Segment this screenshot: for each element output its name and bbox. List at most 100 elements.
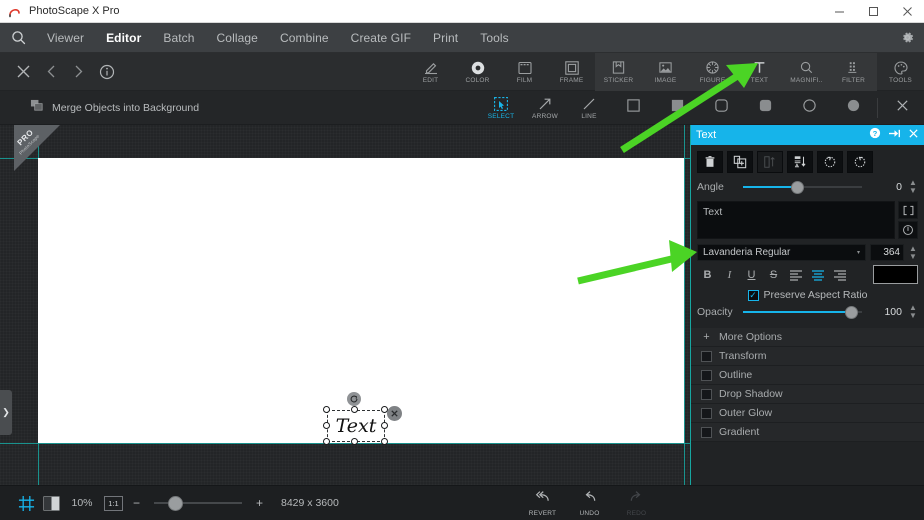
chevron-left-icon[interactable] — [45, 64, 58, 79]
strikethrough-button[interactable]: S — [763, 265, 784, 284]
merge-objects-button[interactable]: Merge Objects into Background — [26, 91, 209, 125]
chevron-right-icon[interactable] — [72, 64, 85, 79]
option-more-options[interactable]: + More Options — [691, 328, 924, 347]
slider-knob[interactable] — [168, 495, 183, 511]
resize-handle-nw[interactable] — [323, 406, 330, 413]
tool-film[interactable]: FILM — [501, 53, 548, 91]
tool-image[interactable]: IMAGE — [642, 52, 689, 91]
option-outer-glow[interactable]: ✓ Outer Glow — [691, 404, 924, 423]
preserve-aspect-row[interactable]: ✓ Preserve Aspect Ratio — [691, 284, 924, 302]
minimize-button[interactable] — [822, 0, 856, 23]
tool-magnifier[interactable]: MAGNIFI.. — [783, 52, 830, 91]
selected-text-object[interactable]: Text — [323, 392, 402, 445]
undo-button[interactable]: UNDO — [566, 486, 613, 520]
outline-checkbox[interactable]: ✓ — [701, 369, 712, 381]
menu-item-viewer[interactable]: Viewer — [36, 23, 95, 53]
option-transform[interactable]: ✓ Transform — [691, 347, 924, 366]
tool-sticker[interactable]: STICKER — [595, 52, 642, 91]
subtool-select[interactable]: SELECT — [479, 91, 523, 125]
close-icon[interactable] — [16, 64, 31, 79]
revert-button[interactable]: REVERT — [519, 486, 566, 520]
tool-text[interactable]: TEXT — [736, 52, 783, 91]
option-gradient[interactable]: ✓ Gradient — [691, 423, 924, 442]
arrange-order-button[interactable] — [787, 151, 813, 173]
flip-vertical-button[interactable] — [757, 151, 783, 173]
angle-stepper[interactable]: ▲ ▼ — [908, 179, 918, 195]
slider-knob[interactable] — [845, 305, 859, 319]
angle-slider[interactable] — [743, 180, 862, 194]
subtool-line[interactable]: LINE — [567, 91, 611, 125]
shape-circle-filled[interactable] — [831, 91, 875, 125]
option-drop-shadow[interactable]: ✓ Drop Shadow — [691, 385, 924, 404]
tool-frame[interactable]: FRAME — [548, 53, 595, 91]
align-left-button[interactable] — [785, 265, 806, 284]
drop-shadow-checkbox[interactable]: ✓ — [701, 388, 712, 400]
zoom-slider[interactable] — [154, 495, 242, 511]
menu-item-print[interactable]: Print — [422, 23, 469, 53]
font-family-select[interactable]: Lavanderia Regular ▾ — [697, 244, 866, 261]
canvas-workspace[interactable]: PRO PhotoScape Text ❯ — [0, 125, 690, 485]
close-button[interactable] — [890, 0, 924, 23]
align-center-button[interactable] — [807, 265, 828, 284]
pin-icon[interactable] — [888, 126, 901, 144]
font-size-input[interactable]: 364 — [870, 244, 904, 261]
canvas-page[interactable] — [38, 158, 684, 443]
resize-handle-n[interactable] — [351, 406, 358, 413]
tool-tools[interactable]: TOOLS — [877, 53, 924, 91]
outer-glow-checkbox[interactable]: ✓ — [701, 407, 712, 419]
redo-button[interactable]: REDO — [613, 486, 660, 520]
option-outline[interactable]: ✓ Outline — [691, 366, 924, 385]
resize-handle-w[interactable] — [323, 422, 330, 429]
gear-icon[interactable] — [890, 23, 924, 53]
menu-item-collage[interactable]: Collage — [206, 23, 269, 53]
maximize-button[interactable] — [856, 0, 890, 23]
font-size-stepper[interactable]: ▲ ▼ — [908, 244, 918, 261]
actual-size-button[interactable]: 1:1 — [104, 495, 123, 511]
resize-handle-se[interactable] — [381, 438, 388, 445]
close-objects-panel-button[interactable] — [880, 91, 924, 125]
align-right-button[interactable] — [829, 265, 850, 284]
opacity-slider[interactable] — [743, 305, 862, 319]
split-view-icon[interactable] — [43, 495, 60, 511]
menu-item-editor[interactable]: Editor — [95, 23, 152, 53]
duplicate-object-button[interactable] — [727, 151, 753, 173]
angle-value[interactable]: 0 — [868, 181, 902, 193]
shape-circle-outline[interactable] — [787, 91, 831, 125]
shape-square-outline[interactable] — [611, 91, 655, 125]
bold-button[interactable]: B — [697, 265, 718, 284]
resize-handle-s[interactable] — [351, 438, 358, 445]
transform-checkbox[interactable]: ✓ — [701, 350, 712, 362]
menu-item-tools[interactable]: Tools — [469, 23, 520, 53]
text-color-swatch[interactable] — [873, 265, 918, 284]
zoom-in-button[interactable]: + — [254, 496, 265, 510]
info-icon[interactable] — [99, 64, 115, 80]
text-input[interactable]: Text — [697, 201, 895, 239]
preserve-aspect-checkbox[interactable]: ✓ — [747, 289, 759, 301]
rotate-right-button[interactable] — [847, 151, 873, 173]
slider-knob[interactable] — [790, 180, 804, 194]
grid-icon[interactable] — [18, 495, 35, 512]
magnifier-logo-icon[interactable] — [0, 23, 36, 53]
underline-button[interactable]: U — [741, 265, 762, 284]
shape-rounded-filled[interactable] — [743, 91, 787, 125]
menu-item-batch[interactable]: Batch — [152, 23, 205, 53]
tool-filter[interactable]: FILTER — [830, 52, 877, 91]
opacity-value[interactable]: 100 — [868, 306, 902, 318]
delete-object-button[interactable] — [697, 151, 723, 173]
italic-button[interactable]: I — [719, 265, 740, 284]
menu-item-combine[interactable]: Combine — [269, 23, 340, 53]
tool-color[interactable]: COLOR — [454, 53, 501, 91]
left-panel-expand-handle[interactable]: ❯ — [0, 390, 12, 435]
menu-item-create-gif[interactable]: Create GIF — [340, 23, 422, 53]
delete-object-icon[interactable] — [387, 406, 402, 421]
help-icon[interactable]: ? — [869, 126, 881, 144]
shape-rounded-outline[interactable] — [699, 91, 743, 125]
gradient-checkbox[interactable]: ✓ — [701, 426, 712, 438]
resize-handle-sw[interactable] — [323, 438, 330, 445]
brackets-icon[interactable] — [898, 201, 918, 219]
tool-edit[interactable]: EDIT — [407, 53, 454, 91]
resize-handle-e[interactable] — [381, 422, 388, 429]
tool-figure[interactable]: FIGURE — [689, 52, 736, 91]
opacity-stepper[interactable]: ▲ ▼ — [908, 304, 918, 320]
shape-square-filled[interactable] — [655, 91, 699, 125]
